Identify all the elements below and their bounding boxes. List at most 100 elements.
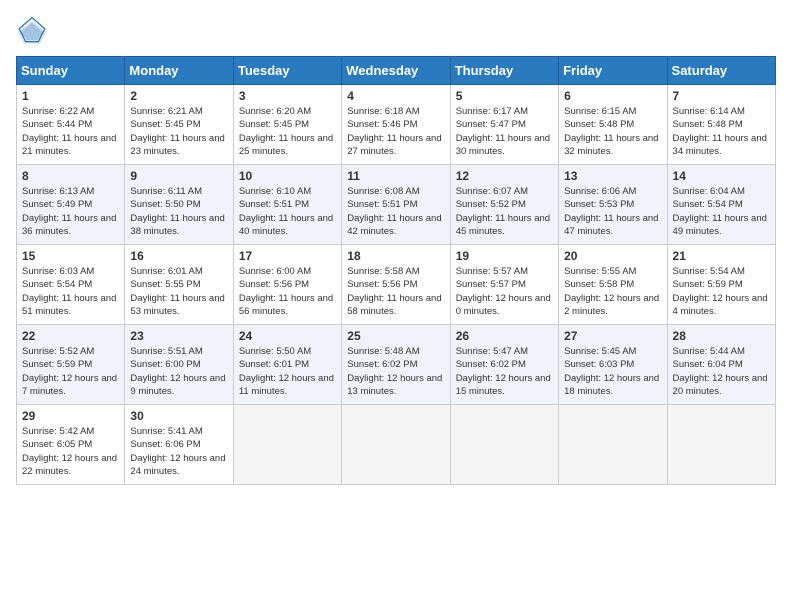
- calendar-day-cell: 22 Sunrise: 5:52 AMSunset: 5:59 PMDaylig…: [17, 325, 125, 405]
- calendar-day-cell: 6 Sunrise: 6:15 AMSunset: 5:48 PMDayligh…: [559, 85, 667, 165]
- day-info: Sunrise: 5:55 AMSunset: 5:58 PMDaylight:…: [564, 265, 661, 318]
- day-of-week-header: Sunday: [17, 57, 125, 85]
- day-number: 25: [347, 329, 444, 343]
- day-number: 8: [22, 169, 119, 183]
- calendar-day-cell: 13 Sunrise: 6:06 AMSunset: 5:53 PMDaylig…: [559, 165, 667, 245]
- day-info: Sunrise: 6:15 AMSunset: 5:48 PMDaylight:…: [564, 105, 661, 158]
- calendar-day-cell: 21 Sunrise: 5:54 AMSunset: 5:59 PMDaylig…: [667, 245, 775, 325]
- calendar-day-cell: 23 Sunrise: 5:51 AMSunset: 6:00 PMDaylig…: [125, 325, 233, 405]
- day-number: 1: [22, 89, 119, 103]
- day-number: 4: [347, 89, 444, 103]
- logo-icon: [16, 16, 48, 48]
- day-number: 22: [22, 329, 119, 343]
- calendar-day-cell: 24 Sunrise: 5:50 AMSunset: 6:01 PMDaylig…: [233, 325, 341, 405]
- calendar-day-cell: 17 Sunrise: 6:00 AMSunset: 5:56 PMDaylig…: [233, 245, 341, 325]
- calendar-day-cell: [559, 405, 667, 485]
- day-number: 19: [456, 249, 553, 263]
- day-info: Sunrise: 6:07 AMSunset: 5:52 PMDaylight:…: [456, 185, 553, 238]
- day-info: Sunrise: 5:57 AMSunset: 5:57 PMDaylight:…: [456, 265, 553, 318]
- day-number: 30: [130, 409, 227, 423]
- day-number: 17: [239, 249, 336, 263]
- day-info: Sunrise: 5:47 AMSunset: 6:02 PMDaylight:…: [456, 345, 553, 398]
- calendar-day-cell: 26 Sunrise: 5:47 AMSunset: 6:02 PMDaylig…: [450, 325, 558, 405]
- calendar-day-cell: 3 Sunrise: 6:20 AMSunset: 5:45 PMDayligh…: [233, 85, 341, 165]
- calendar-day-cell: 18 Sunrise: 5:58 AMSunset: 5:56 PMDaylig…: [342, 245, 450, 325]
- calendar-week-row: 15 Sunrise: 6:03 AMSunset: 5:54 PMDaylig…: [17, 245, 776, 325]
- day-number: 14: [673, 169, 770, 183]
- calendar-day-cell: 9 Sunrise: 6:11 AMSunset: 5:50 PMDayligh…: [125, 165, 233, 245]
- day-number: 9: [130, 169, 227, 183]
- day-info: Sunrise: 6:22 AMSunset: 5:44 PMDaylight:…: [22, 105, 119, 158]
- day-info: Sunrise: 5:52 AMSunset: 5:59 PMDaylight:…: [22, 345, 119, 398]
- day-of-week-header: Thursday: [450, 57, 558, 85]
- calendar-day-cell: 30 Sunrise: 5:41 AMSunset: 6:06 PMDaylig…: [125, 405, 233, 485]
- calendar-day-cell: 7 Sunrise: 6:14 AMSunset: 5:48 PMDayligh…: [667, 85, 775, 165]
- calendar-day-cell: [342, 405, 450, 485]
- calendar-day-cell: 5 Sunrise: 6:17 AMSunset: 5:47 PMDayligh…: [450, 85, 558, 165]
- day-number: 7: [673, 89, 770, 103]
- calendar-week-row: 29 Sunrise: 5:42 AMSunset: 6:05 PMDaylig…: [17, 405, 776, 485]
- day-number: 20: [564, 249, 661, 263]
- calendar-day-cell: 27 Sunrise: 5:45 AMSunset: 6:03 PMDaylig…: [559, 325, 667, 405]
- calendar-day-cell: 28 Sunrise: 5:44 AMSunset: 6:04 PMDaylig…: [667, 325, 775, 405]
- day-info: Sunrise: 5:51 AMSunset: 6:00 PMDaylight:…: [130, 345, 227, 398]
- day-number: 13: [564, 169, 661, 183]
- day-info: Sunrise: 6:11 AMSunset: 5:50 PMDaylight:…: [130, 185, 227, 238]
- calendar-day-cell: 12 Sunrise: 6:07 AMSunset: 5:52 PMDaylig…: [450, 165, 558, 245]
- day-info: Sunrise: 6:04 AMSunset: 5:54 PMDaylight:…: [673, 185, 770, 238]
- calendar-day-cell: [667, 405, 775, 485]
- day-number: 10: [239, 169, 336, 183]
- day-number: 18: [347, 249, 444, 263]
- calendar-table: SundayMondayTuesdayWednesdayThursdayFrid…: [16, 56, 776, 485]
- day-info: Sunrise: 5:50 AMSunset: 6:01 PMDaylight:…: [239, 345, 336, 398]
- day-info: Sunrise: 6:06 AMSunset: 5:53 PMDaylight:…: [564, 185, 661, 238]
- calendar-day-cell: 20 Sunrise: 5:55 AMSunset: 5:58 PMDaylig…: [559, 245, 667, 325]
- day-number: 12: [456, 169, 553, 183]
- day-number: 21: [673, 249, 770, 263]
- day-info: Sunrise: 6:03 AMSunset: 5:54 PMDaylight:…: [22, 265, 119, 318]
- calendar-day-cell: [450, 405, 558, 485]
- calendar-week-row: 8 Sunrise: 6:13 AMSunset: 5:49 PMDayligh…: [17, 165, 776, 245]
- day-info: Sunrise: 6:08 AMSunset: 5:51 PMDaylight:…: [347, 185, 444, 238]
- day-number: 16: [130, 249, 227, 263]
- page-header: [16, 16, 776, 48]
- day-info: Sunrise: 5:42 AMSunset: 6:05 PMDaylight:…: [22, 425, 119, 478]
- day-number: 28: [673, 329, 770, 343]
- day-number: 29: [22, 409, 119, 423]
- day-number: 5: [456, 89, 553, 103]
- day-info: Sunrise: 6:14 AMSunset: 5:48 PMDaylight:…: [673, 105, 770, 158]
- day-info: Sunrise: 6:00 AMSunset: 5:56 PMDaylight:…: [239, 265, 336, 318]
- calendar-day-cell: 14 Sunrise: 6:04 AMSunset: 5:54 PMDaylig…: [667, 165, 775, 245]
- day-number: 23: [130, 329, 227, 343]
- calendar-day-cell: 8 Sunrise: 6:13 AMSunset: 5:49 PMDayligh…: [17, 165, 125, 245]
- calendar-day-cell: 10 Sunrise: 6:10 AMSunset: 5:51 PMDaylig…: [233, 165, 341, 245]
- calendar-day-cell: 29 Sunrise: 5:42 AMSunset: 6:05 PMDaylig…: [17, 405, 125, 485]
- day-of-week-header: Saturday: [667, 57, 775, 85]
- calendar-day-cell: 25 Sunrise: 5:48 AMSunset: 6:02 PMDaylig…: [342, 325, 450, 405]
- day-info: Sunrise: 5:45 AMSunset: 6:03 PMDaylight:…: [564, 345, 661, 398]
- day-info: Sunrise: 6:17 AMSunset: 5:47 PMDaylight:…: [456, 105, 553, 158]
- day-of-week-header: Friday: [559, 57, 667, 85]
- day-info: Sunrise: 5:44 AMSunset: 6:04 PMDaylight:…: [673, 345, 770, 398]
- day-info: Sunrise: 5:54 AMSunset: 5:59 PMDaylight:…: [673, 265, 770, 318]
- calendar-day-cell: [233, 405, 341, 485]
- day-info: Sunrise: 6:13 AMSunset: 5:49 PMDaylight:…: [22, 185, 119, 238]
- calendar-week-row: 1 Sunrise: 6:22 AMSunset: 5:44 PMDayligh…: [17, 85, 776, 165]
- day-number: 11: [347, 169, 444, 183]
- day-info: Sunrise: 6:01 AMSunset: 5:55 PMDaylight:…: [130, 265, 227, 318]
- calendar-day-cell: 4 Sunrise: 6:18 AMSunset: 5:46 PMDayligh…: [342, 85, 450, 165]
- calendar-day-cell: 16 Sunrise: 6:01 AMSunset: 5:55 PMDaylig…: [125, 245, 233, 325]
- day-info: Sunrise: 6:18 AMSunset: 5:46 PMDaylight:…: [347, 105, 444, 158]
- day-info: Sunrise: 6:21 AMSunset: 5:45 PMDaylight:…: [130, 105, 227, 158]
- day-info: Sunrise: 5:58 AMSunset: 5:56 PMDaylight:…: [347, 265, 444, 318]
- day-info: Sunrise: 6:20 AMSunset: 5:45 PMDaylight:…: [239, 105, 336, 158]
- day-of-week-header: Monday: [125, 57, 233, 85]
- day-number: 6: [564, 89, 661, 103]
- day-number: 2: [130, 89, 227, 103]
- calendar-day-cell: 11 Sunrise: 6:08 AMSunset: 5:51 PMDaylig…: [342, 165, 450, 245]
- day-number: 26: [456, 329, 553, 343]
- day-of-week-header: Wednesday: [342, 57, 450, 85]
- day-number: 24: [239, 329, 336, 343]
- day-number: 27: [564, 329, 661, 343]
- calendar-day-cell: 1 Sunrise: 6:22 AMSunset: 5:44 PMDayligh…: [17, 85, 125, 165]
